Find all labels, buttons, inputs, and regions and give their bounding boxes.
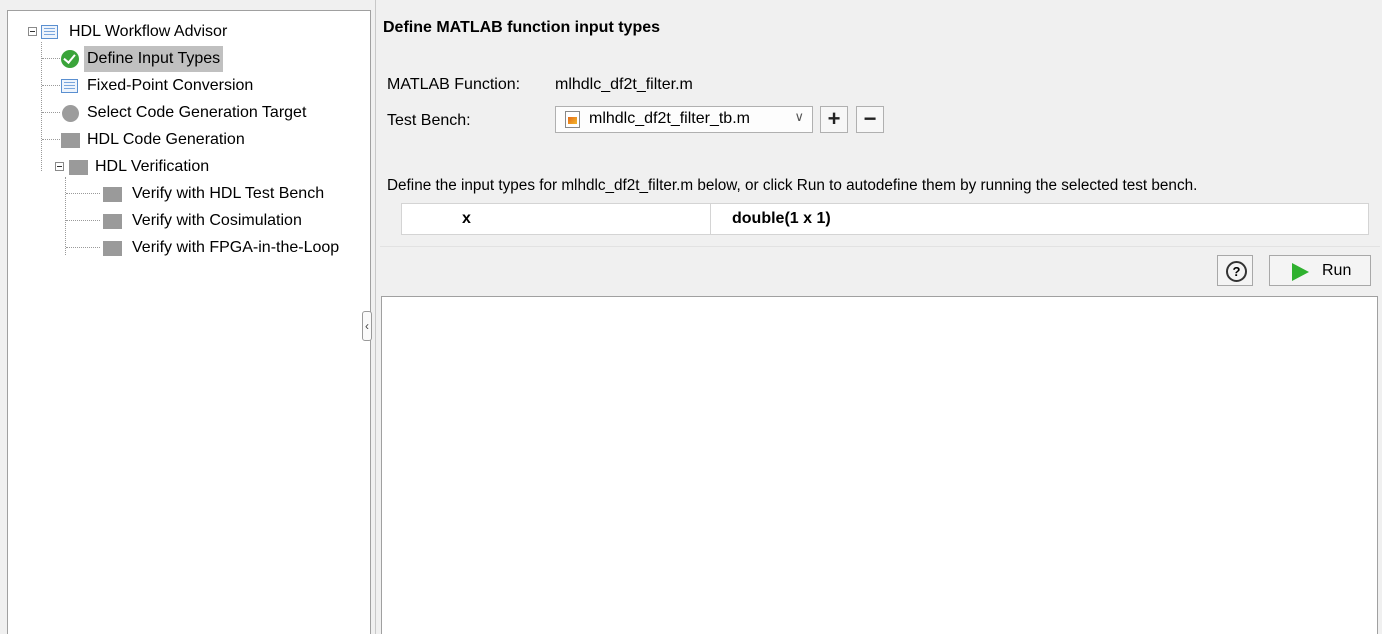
tree-item-hdl-verification[interactable]: HDL Verification [8,154,368,180]
remove-test-bench-button[interactable]: − [856,106,884,133]
chevron-left-icon: ‹ [365,319,369,333]
input-types-table: x double(1 x 1) [401,203,1369,235]
matlab-function-value: mlhdlc_df2t_filter.m [555,76,693,93]
tree-item-label: Verify with FPGA-in-the-Loop [132,239,340,256]
run-button-label: Run [1322,262,1352,279]
input-types-description: Define the input types for mlhdlc_df2t_f… [387,177,1198,194]
tree-item-fixed-point-conversion[interactable]: Fixed-Point Conversion [8,73,368,99]
pending-circle-icon [62,105,79,122]
workflow-tree: HDL Workflow Advisor Define Input Types … [7,10,371,634]
column-divider [710,204,711,234]
input-type-cell[interactable]: double(1 x 1) [732,210,831,228]
section-divider [380,246,1380,247]
tree-root-label: HDL Workflow Advisor [69,23,228,40]
collapse-toggle-icon[interactable] [55,162,64,171]
help-button[interactable]: ? [1217,255,1253,286]
tree-item-label: Verify with HDL Test Bench [132,185,325,202]
chevron-down-icon: ∨ [794,109,804,124]
tree-item-label: Fixed-Point Conversion [87,77,254,94]
play-icon [1292,263,1309,281]
task-gray-icon [103,214,122,229]
task-list-icon [41,25,58,39]
output-log-area[interactable] [381,296,1378,634]
tree-item-label: Define Input Types [84,46,224,72]
tree-item-label: Verify with Cosimulation [132,212,302,229]
tree-item-verify-cosimulation[interactable]: Verify with Cosimulation [8,208,368,234]
check-icon [61,50,79,68]
matlab-file-icon [565,111,580,128]
add-test-bench-button[interactable]: + [820,106,848,133]
matlab-function-label: MATLAB Function: [387,76,521,93]
input-name-cell[interactable]: x [462,210,471,228]
help-icon: ? [1226,261,1247,282]
task-list-icon [61,79,78,93]
collapse-panel-button[interactable]: ‹ [362,311,372,341]
test-bench-select[interactable]: mlhdlc_df2t_filter_tb.m ∨ [555,106,813,133]
tree-item-verify-fpga-in-the-loop[interactable]: Verify with FPGA-in-the-Loop [8,235,368,261]
tree-item-select-code-generation-target[interactable]: Select Code Generation Target [8,100,368,126]
run-button[interactable]: Run [1269,255,1371,286]
tree-item-define-input-types[interactable]: Define Input Types [8,46,368,72]
task-gray-icon [103,187,122,202]
test-bench-label: Test Bench: [387,112,471,129]
page-title: Define MATLAB function input types [383,19,661,36]
panel-splitter[interactable] [375,0,376,634]
task-gray-icon [61,133,80,148]
collapse-toggle-icon[interactable] [28,27,37,36]
tree-item-hdl-code-generation[interactable]: HDL Code Generation [8,127,368,153]
task-gray-icon [69,160,88,175]
test-bench-selected-value: mlhdlc_df2t_filter_tb.m [589,110,750,127]
tree-root[interactable]: HDL Workflow Advisor [8,19,368,45]
tree-item-label: HDL Code Generation [87,131,245,148]
tree-item-label: HDL Verification [95,158,210,175]
task-gray-icon [103,241,122,256]
tree-item-verify-hdl-test-bench[interactable]: Verify with HDL Test Bench [8,181,368,207]
tree-item-label: Select Code Generation Target [87,104,307,121]
